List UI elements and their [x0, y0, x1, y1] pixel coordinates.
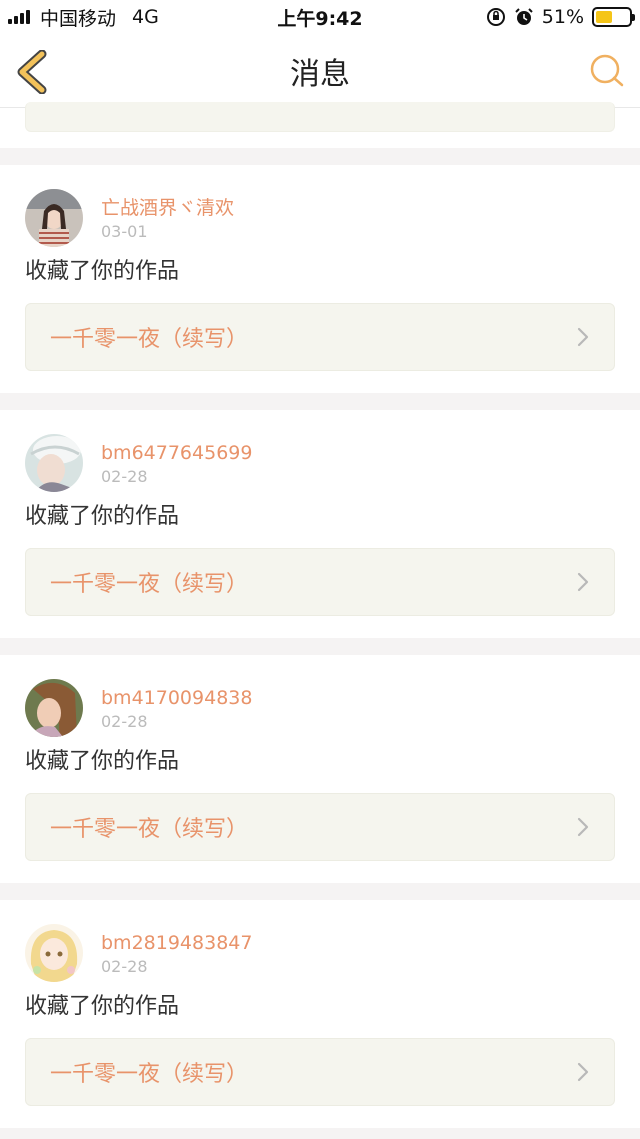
message-card: bm4170094838 02-28 收藏了你的作品 一千零一夜（续写）	[0, 655, 640, 883]
work-title: 一千零一夜（续写）	[50, 1062, 249, 1087]
work-link[interactable]: 一千零一夜（续写）	[25, 1038, 615, 1106]
battery-percent: 51%	[541, 6, 584, 28]
work-title: 一千零一夜（续写）	[50, 327, 249, 352]
alarm-icon	[515, 8, 533, 25]
avatar[interactable]	[25, 924, 83, 982]
previous-work-link[interactable]	[25, 102, 615, 132]
search-icon[interactable]	[588, 52, 626, 90]
chevron-right-icon	[577, 817, 589, 837]
message-date: 02-28	[101, 956, 148, 976]
avatar[interactable]	[25, 189, 83, 247]
carrier-label: 中国移动	[40, 7, 117, 30]
work-link[interactable]: 一千零一夜（续写）	[25, 303, 615, 371]
status-bar: 中国移动 4G 上午9:42 51%	[0, 0, 640, 34]
message-text: 收藏了你的作品	[25, 994, 180, 1019]
username[interactable]: 亡战酒界ヾ清欢	[101, 196, 234, 220]
signal-icon	[8, 10, 30, 24]
message-text: 收藏了你的作品	[25, 504, 180, 529]
message-date: 02-28	[101, 711, 148, 731]
message-date: 03-01	[101, 221, 148, 241]
status-right: 51%	[486, 6, 635, 28]
chevron-right-icon	[577, 572, 589, 592]
orientation-lock-icon	[486, 8, 505, 26]
status-left: 中国移动 4G	[8, 4, 159, 31]
message-card: 亡战酒界ヾ清欢 03-01 收藏了你的作品 一千零一夜（续写）	[0, 165, 640, 393]
message-card: bm6477645699 02-28 收藏了你的作品 一千零一夜（续写）	[0, 410, 640, 638]
avatar[interactable]	[25, 434, 83, 492]
network-label: 4G	[132, 6, 159, 28]
work-title: 一千零一夜（续写）	[50, 817, 249, 842]
message-text: 收藏了你的作品	[25, 259, 180, 284]
work-title: 一千零一夜（续写）	[50, 572, 249, 597]
battery-icon	[592, 7, 635, 27]
avatar[interactable]	[25, 679, 83, 737]
page-title: 消息	[290, 56, 350, 92]
battery-level-fill	[596, 11, 613, 23]
nav-bar: 消息	[0, 34, 640, 108]
username[interactable]: bm2819483847	[101, 931, 252, 955]
work-link[interactable]: 一千零一夜（续写）	[25, 793, 615, 861]
message-list: 亡战酒界ヾ清欢 03-01 收藏了你的作品 一千零一夜（续写） bm647764…	[0, 102, 640, 1139]
message-card: bm2819483847 02-28 收藏了你的作品 一千零一夜（续写）	[0, 900, 640, 1128]
chevron-right-icon	[577, 327, 589, 347]
username[interactable]: bm4170094838	[101, 686, 252, 710]
chevron-right-icon	[577, 1062, 589, 1082]
previous-card-stub	[0, 102, 640, 148]
work-link[interactable]: 一千零一夜（续写）	[25, 548, 615, 616]
message-date: 02-28	[101, 466, 148, 486]
username[interactable]: bm6477645699	[101, 441, 252, 465]
back-chevron-icon[interactable]	[14, 50, 52, 94]
message-text: 收藏了你的作品	[25, 749, 180, 774]
